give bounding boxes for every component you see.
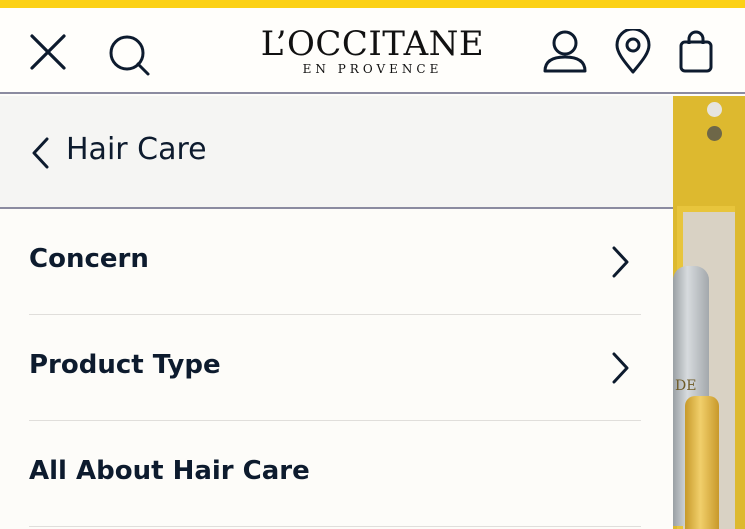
site-header: L’OCCITANE EN PROVENCE <box>0 8 745 94</box>
product-label-text: DE <box>675 378 697 394</box>
logo-wordmark: L’OCCITANE <box>260 24 485 64</box>
shopping-bag-button[interactable] <box>676 28 716 76</box>
brand-logo[interactable]: L’OCCITANE EN PROVENCE <box>250 26 495 76</box>
product-oil-image <box>685 396 719 529</box>
close-menu-button[interactable] <box>26 30 70 74</box>
drawer-title: Hair Care <box>66 132 207 167</box>
promo-accent-bar <box>0 0 745 8</box>
menu-item-label: Product Type <box>29 350 221 380</box>
menu-item-concern[interactable]: Concern <box>29 210 641 315</box>
logo-tagline: EN PROVENCE <box>302 62 443 76</box>
store-locator-button[interactable] <box>612 28 654 76</box>
carousel-dot-active[interactable] <box>707 126 722 141</box>
carousel-pagination <box>707 102 722 150</box>
carousel-dot[interactable] <box>707 102 722 117</box>
store-locator-icon <box>615 29 651 74</box>
close-icon <box>30 34 66 70</box>
menu-item-all-about-hair-care[interactable]: All About Hair Care <box>29 422 641 527</box>
chevron-right-icon <box>612 246 629 278</box>
account-icon <box>543 30 587 73</box>
chevron-right-icon <box>612 352 629 384</box>
menu-item-label: All About Hair Care <box>29 456 310 486</box>
back-to-parent-button[interactable]: Hair Care <box>0 96 673 209</box>
menu-item-product-type[interactable]: Product Type <box>29 316 641 421</box>
search-button[interactable] <box>106 32 152 78</box>
navigation-drawer: Hair Care Concern Product Type All About… <box>0 96 673 529</box>
shopping-bag-icon <box>679 30 713 73</box>
account-button[interactable] <box>540 28 590 76</box>
search-icon <box>109 35 150 76</box>
menu-item-label: Concern <box>29 244 149 274</box>
hero-carousel: DE <box>673 96 745 529</box>
chevron-left-icon <box>32 137 49 169</box>
